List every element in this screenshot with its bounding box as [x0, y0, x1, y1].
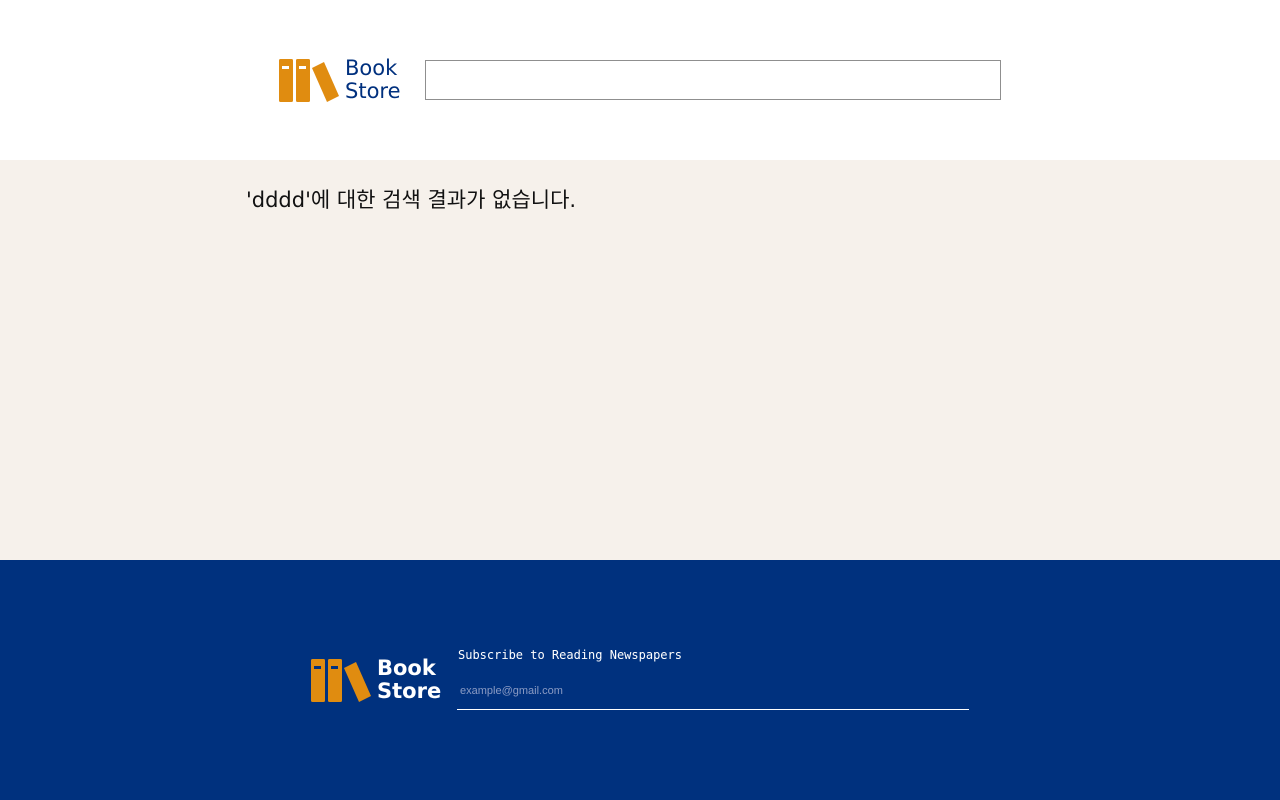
- books-icon: [311, 659, 371, 702]
- site-footer: Book Store Subscribe to Reading Newspape…: [0, 560, 1280, 800]
- footer-logo-text: Book Store: [377, 657, 441, 703]
- logo-line-book: Book: [345, 56, 398, 80]
- search-input[interactable]: [425, 60, 1001, 100]
- logo-line-book: Book: [377, 656, 436, 680]
- no-results-message: 'dddd'에 대한 검색 결과가 없습니다.: [246, 188, 577, 212]
- logo-line-store: Store: [377, 679, 442, 703]
- site-header: Book Store: [0, 0, 1280, 160]
- books-icon: [279, 59, 339, 102]
- footer-logo[interactable]: Book Store: [310, 656, 441, 704]
- header-logo[interactable]: Book Store: [278, 56, 401, 104]
- subscribe-email-field[interactable]: [457, 672, 969, 710]
- logo-line-store: Store: [345, 79, 401, 103]
- search-results-area: 'dddd'에 대한 검색 결과가 없습니다.: [0, 160, 1280, 560]
- header-logo-text: Book Store: [345, 57, 401, 103]
- subscribe-title: Subscribe to Reading Newspapers: [458, 648, 682, 662]
